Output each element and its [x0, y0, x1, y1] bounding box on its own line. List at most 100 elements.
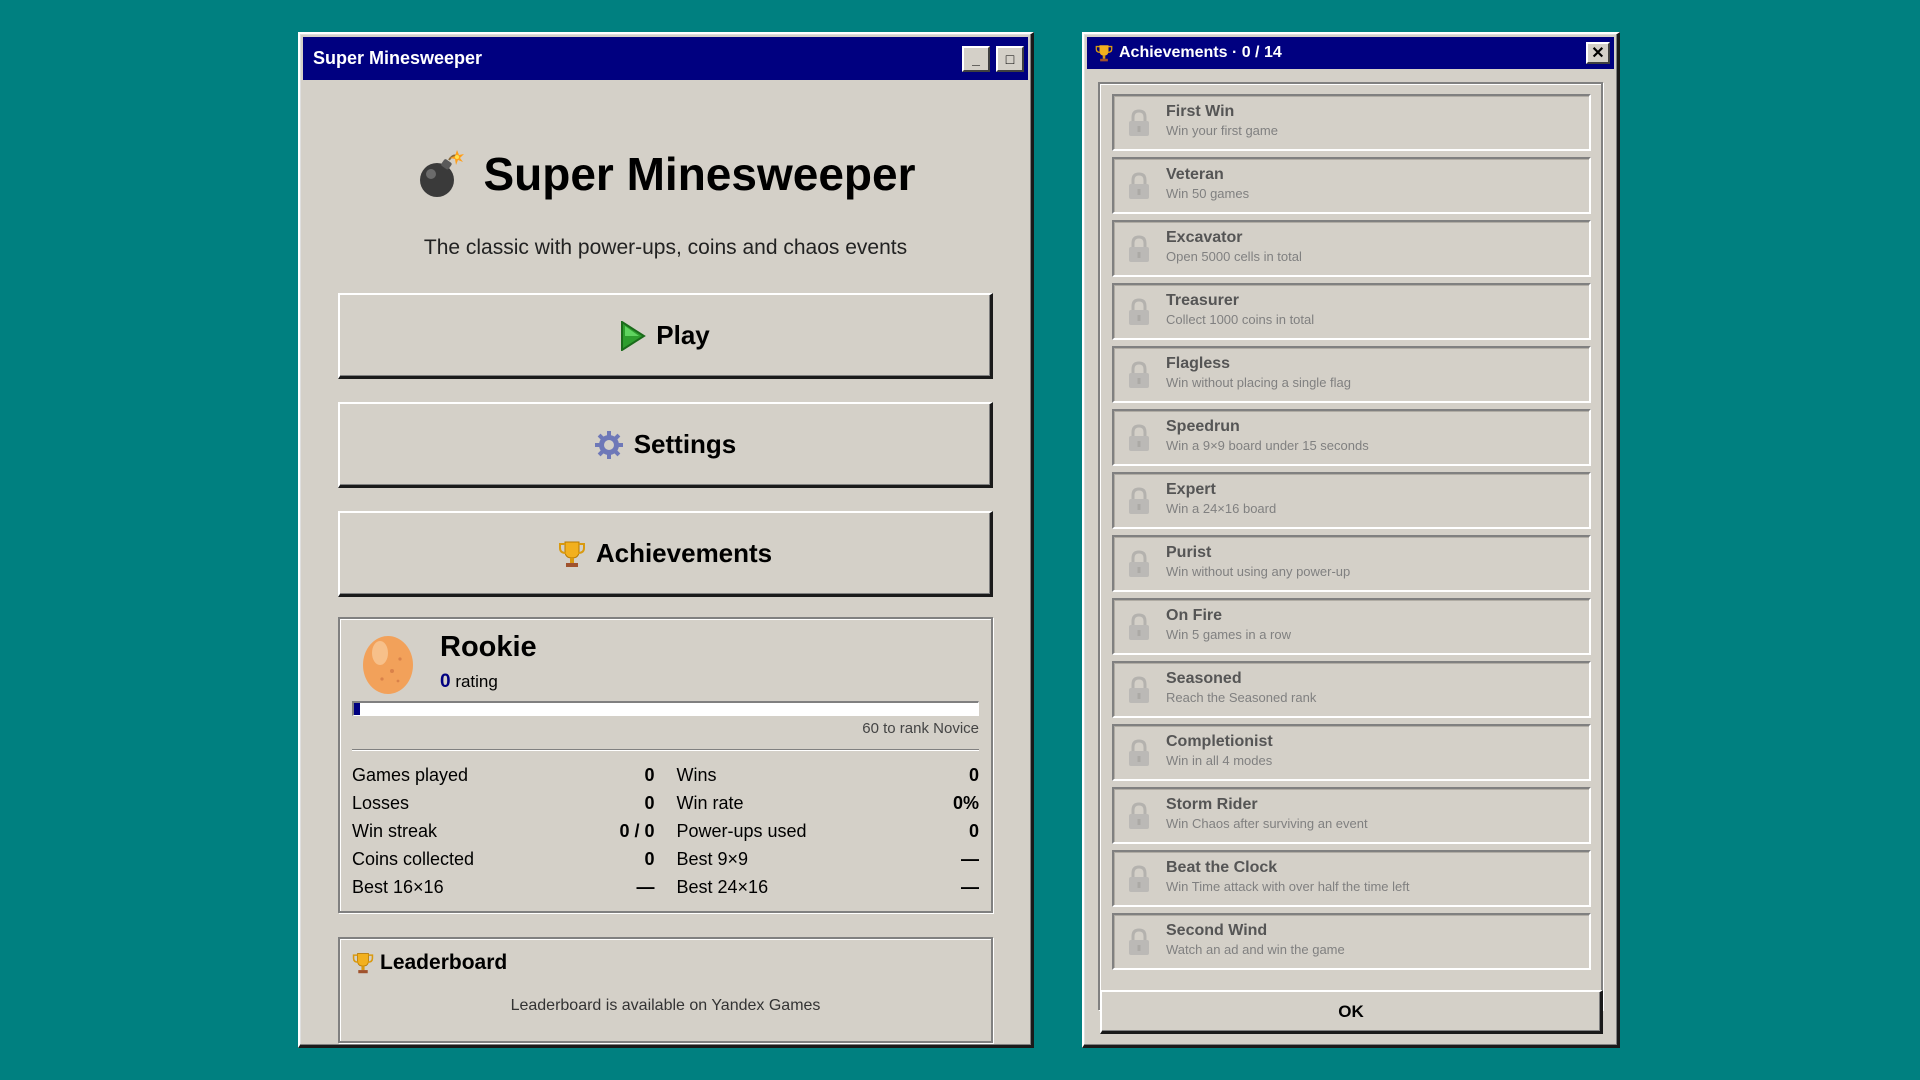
- stat-row: Losses 0: [352, 792, 655, 814]
- achievement-name: First Win: [1166, 103, 1235, 120]
- lock-icon: [1129, 802, 1149, 829]
- play-button[interactable]: Play: [338, 293, 993, 379]
- stats-grid: Games played 0 Wins 0 Losses 0 Win rate 0% Win s…: [352, 764, 979, 898]
- achievement-description: Reach the Seasoned rank: [1166, 690, 1317, 705]
- main-window: Super Minesweeper _ □ Super Minesweeper …: [298, 32, 1034, 1048]
- achievement-description: Win without placing a single flag: [1166, 375, 1351, 390]
- stat-row: Win streak 0 / 0: [352, 820, 655, 842]
- rating-label: rating: [455, 672, 498, 691]
- achievement-description: Win without using any power-up: [1166, 564, 1351, 579]
- achievements-list[interactable]: First Win Win your first game Veteran Win 5…: [1098, 82, 1603, 1010]
- lock-icon: [1129, 550, 1149, 577]
- trophy-icon: [558, 541, 585, 567]
- achievement-description: Win your first game: [1166, 123, 1278, 138]
- achievement-description: Win a 24×16 board: [1166, 501, 1277, 516]
- stat-value: —: [636, 876, 655, 897]
- main-titlebar[interactable]: Super Minesweeper _ □: [303, 37, 1028, 80]
- stat-row: Wins 0: [677, 764, 980, 786]
- ok-button[interactable]: OK: [1100, 990, 1603, 1034]
- lock-icon: [1129, 235, 1149, 262]
- achievements-window-title: Achievements · 0 / 14: [1119, 44, 1282, 61]
- stat-label: Losses: [352, 792, 410, 813]
- achievement-description: Win 5 games in a row: [1166, 627, 1291, 642]
- settings-button[interactable]: Settings: [338, 402, 993, 488]
- achievement-name: Second Wind: [1166, 922, 1268, 939]
- achievement-item: Flagless Win without placing a single fla…: [1112, 346, 1591, 403]
- stat-value: 0: [644, 764, 655, 785]
- achievement-description: Win a 9×9 board under 15 seconds: [1166, 438, 1369, 453]
- achievement-item: Completionist Win in all 4 modes: [1112, 724, 1591, 781]
- trophy-icon: [352, 953, 374, 974]
- achievement-item: Veteran Win 50 games: [1112, 157, 1591, 214]
- settings-label: Settings: [633, 429, 737, 459]
- achievement-name: Beat the Clock: [1166, 859, 1278, 876]
- rating-line: 0 rating: [440, 671, 498, 693]
- stat-row: Games played 0: [352, 764, 655, 786]
- lock-icon: [1129, 424, 1149, 451]
- next-rank-text: 60 to rank Novice: [862, 720, 979, 737]
- achievement-name: On Fire: [1166, 607, 1223, 624]
- trophy-icon: [1095, 45, 1113, 62]
- achievement-description: Watch an ad and win the game: [1166, 942, 1345, 957]
- achievements-button[interactable]: Achievements: [338, 511, 993, 597]
- stat-row: Best 16×16 —: [352, 876, 655, 898]
- stat-label: Power-ups used: [676, 820, 807, 841]
- achievement-name: Seasoned: [1166, 670, 1242, 687]
- achievement-item: Second Wind Watch an ad and win the game: [1112, 913, 1591, 970]
- achievement-item: Expert Win a 24×16 board: [1112, 472, 1591, 529]
- achievement-item: Excavator Open 5000 cells in total: [1112, 220, 1591, 277]
- stat-label: Games played: [352, 764, 469, 785]
- stat-value: —: [961, 876, 979, 897]
- main-window-title: Super Minesweeper: [313, 48, 483, 68]
- close-button[interactable]: ✕: [1586, 42, 1610, 64]
- stat-row: Coins collected 0: [352, 848, 655, 870]
- maximize-button[interactable]: □: [996, 45, 1024, 72]
- achievement-name: Excavator: [1166, 229, 1243, 246]
- stat-label: Coins collected: [352, 848, 475, 869]
- achievement-description: Win Chaos after surviving an event: [1166, 816, 1368, 831]
- lock-icon: [1129, 361, 1149, 388]
- achievement-name: Completionist: [1166, 733, 1273, 750]
- game-title: Super Minesweeper: [483, 148, 916, 200]
- stat-row: Win rate 0%: [677, 792, 980, 814]
- achievement-description: Win Time attack with over half the time …: [1166, 879, 1410, 894]
- stat-label: Win rate: [676, 792, 744, 813]
- rank-progress-fill: [354, 703, 361, 715]
- leaderboard-panel: Leaderboard Leaderboard is available on …: [338, 937, 993, 1043]
- hero-heading: Super Minesweeper: [338, 147, 993, 201]
- leaderboard-message: Leaderboard is available on Yandex Games: [510, 997, 821, 1014]
- egg-icon: [363, 636, 413, 694]
- stat-value: 0 / 0: [619, 820, 655, 841]
- stat-row: Power-ups used 0: [677, 820, 980, 842]
- stat-value: 0%: [952, 792, 979, 813]
- lock-icon: [1129, 739, 1149, 766]
- leaderboard-heading: Leaderboard: [352, 951, 507, 975]
- stat-label: Wins: [676, 764, 717, 785]
- stat-label: Best 9×9: [676, 848, 749, 869]
- achievement-name: Storm Rider: [1166, 796, 1258, 813]
- gear-icon: [594, 430, 623, 459]
- leaderboard-title: Leaderboard: [380, 951, 508, 974]
- achievements-titlebar[interactable]: Achievements · 0 / 14 ✕: [1087, 37, 1614, 69]
- play-icon: [621, 320, 647, 351]
- achievement-item: First Win Win your first game: [1112, 94, 1591, 151]
- stat-label: Best 24×16: [676, 876, 769, 897]
- rating-value: 0: [440, 671, 451, 692]
- achievement-item: Treasurer Collect 1000 coins in total: [1112, 283, 1591, 340]
- stat-value: —: [961, 848, 979, 869]
- stat-value: 0: [968, 820, 979, 841]
- minimize-button[interactable]: _: [962, 45, 990, 72]
- achievements-label: Achievements: [595, 538, 773, 568]
- lock-icon: [1129, 298, 1149, 325]
- lock-icon: [1129, 109, 1149, 136]
- achievement-item: Speedrun Win a 9×9 board under 15 seconds: [1112, 409, 1591, 466]
- lock-icon: [1129, 613, 1149, 640]
- achievements-window: Achievements · 0 / 14 ✕ First Win Win you…: [1082, 32, 1620, 1048]
- divider: [352, 749, 979, 751]
- stat-label: Win streak: [352, 820, 438, 841]
- achievement-name: Veteran: [1166, 166, 1224, 183]
- main-content: Super Minesweeper The classic with power…: [338, 109, 993, 1045]
- achievement-item: Purist Win without using any power-up: [1112, 535, 1591, 592]
- lock-icon: [1129, 487, 1149, 514]
- rank-name: Rookie: [440, 631, 537, 663]
